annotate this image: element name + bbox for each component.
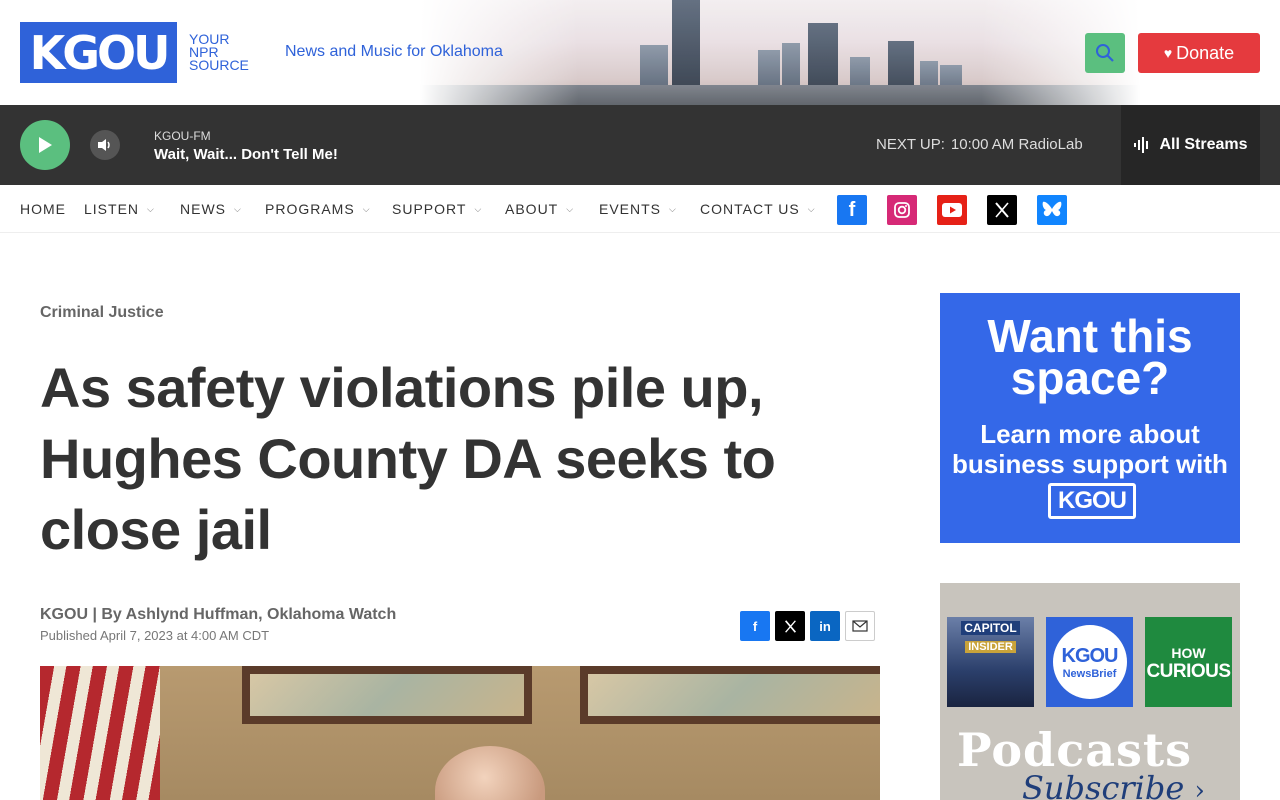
- search-button[interactable]: [1085, 33, 1125, 73]
- share-linkedin-button[interactable]: in: [810, 611, 840, 641]
- linkedin-icon: in: [819, 618, 831, 634]
- chevron-down-icon: ⌵: [362, 203, 371, 214]
- x-icon: [995, 202, 1009, 218]
- nav-item-contact-us[interactable]: CONTACT US ⌵: [700, 201, 816, 217]
- all-streams-label: All Streams: [1159, 136, 1248, 153]
- nav-item-home[interactable]: HOME: [20, 201, 66, 217]
- header-skyline-image: [420, 0, 1140, 105]
- play-button[interactable]: [20, 120, 70, 170]
- chevron-down-icon: ⌵: [566, 203, 575, 214]
- share-x-button[interactable]: [775, 611, 805, 641]
- instagram-link[interactable]: [887, 195, 917, 225]
- chevron-down-icon: ⌵: [807, 203, 816, 214]
- nav-item-news[interactable]: NEWS ⌵: [180, 201, 242, 217]
- nav-item-label: LISTEN: [84, 201, 140, 217]
- now-playing-title[interactable]: Wait, Wait... Don't Tell Me!: [154, 146, 338, 163]
- x-icon: [784, 619, 796, 633]
- article-lead-photo[interactable]: [40, 666, 880, 800]
- next-up-program: 10:00 AM RadioLab: [950, 136, 1083, 153]
- tile-text: INSIDER: [965, 641, 1016, 653]
- podcast-tile-how-curious[interactable]: HOW CURIOUS: [1145, 617, 1232, 707]
- nav-item-label: EVENTS: [599, 201, 662, 217]
- share-email-button[interactable]: [845, 611, 875, 641]
- x-link[interactable]: [987, 195, 1017, 225]
- bluesky-icon: [1042, 201, 1062, 217]
- chevron-down-icon: ⌵: [147, 203, 155, 214]
- nav-item-listen[interactable]: LISTEN ⌵: [84, 201, 155, 217]
- article-published-date: Published April 7, 2023 at 4:00 AM CDT: [40, 628, 270, 643]
- tile-text: NewsBrief: [1062, 667, 1117, 680]
- tile-text: HOW: [1171, 645, 1206, 661]
- article-category[interactable]: Criminal Justice: [40, 304, 164, 322]
- kgou-logo[interactable]: KGOU: [20, 22, 177, 83]
- ad-subtext: Learn more about business support with: [952, 419, 1228, 479]
- american-flag: [40, 666, 160, 800]
- donate-button[interactable]: ♥ Donate: [1138, 33, 1260, 73]
- article-byline[interactable]: KGOU | By Ashlynd Huffman, Oklahoma Watc…: [40, 606, 396, 624]
- tile-text: CURIOUS: [1146, 661, 1231, 682]
- youtube-link[interactable]: [937, 195, 967, 225]
- nav-item-programs[interactable]: PROGRAMS ⌵: [265, 201, 371, 217]
- all-streams-button[interactable]: All Streams: [1121, 105, 1260, 185]
- volume-button[interactable]: [90, 130, 120, 160]
- site-tagline[interactable]: News and Music for Oklahoma: [285, 43, 503, 61]
- instagram-icon: [894, 202, 910, 218]
- logo-tagline: YOUR NPR SOURCE: [189, 32, 249, 73]
- station-name: KGOU-FM: [154, 129, 211, 143]
- chevron-down-icon: ⌵: [669, 203, 677, 214]
- facebook-icon: f: [848, 198, 856, 221]
- site-header: KGOU YOUR NPR SOURCE News and Music for …: [0, 0, 1280, 105]
- chevron-right-icon: ›: [1194, 776, 1205, 800]
- live-player-bar: KGOU-FM Wait, Wait... Don't Tell Me! NEX…: [0, 105, 1280, 185]
- nav-item-label: CONTACT US: [700, 201, 800, 217]
- logo-tag-line: SOURCE: [189, 57, 249, 73]
- audio-wave-icon: [1134, 137, 1149, 153]
- tile-text: KGOU: [1061, 644, 1119, 667]
- nav-item-events[interactable]: EVENTS ⌵: [599, 201, 677, 217]
- search-icon: [1096, 44, 1114, 62]
- wall-picture-frame: [580, 666, 880, 724]
- podcasts-subscribe[interactable]: Subscribe ›: [1022, 769, 1205, 800]
- nav-item-label: ABOUT: [505, 201, 559, 217]
- email-icon: [852, 620, 868, 632]
- nav-item-label: PROGRAMS: [265, 201, 355, 217]
- volume-icon: [98, 139, 110, 151]
- podcast-tile-capitol-insider[interactable]: CAPITOL INSIDER: [947, 617, 1034, 707]
- nav-item-label: SUPPORT: [392, 201, 467, 217]
- next-up-label: NEXT UP:: [876, 136, 945, 153]
- play-icon: [39, 137, 52, 153]
- facebook-icon: f: [752, 618, 758, 634]
- youtube-icon: [942, 203, 962, 217]
- next-up: NEXT UP: 10:00 AM RadioLab: [876, 136, 1083, 153]
- person-head: [435, 746, 545, 800]
- bluesky-link[interactable]: [1037, 195, 1067, 225]
- tile-text: CAPITOL: [961, 621, 1020, 635]
- share-facebook-button[interactable]: f: [740, 611, 770, 641]
- heart-icon: ♥: [1163, 45, 1173, 61]
- chevron-down-icon: ⌵: [234, 203, 242, 214]
- chevron-down-icon: ⌵: [474, 203, 483, 214]
- sidebar-ad[interactable]: Want this space? Learn more about busine…: [940, 293, 1240, 543]
- nav-item-support[interactable]: SUPPORT ⌵: [392, 201, 482, 217]
- nav-item-about[interactable]: ABOUT ⌵: [505, 201, 574, 217]
- facebook-link[interactable]: f: [837, 195, 867, 225]
- nav-item-label: NEWS: [180, 201, 226, 217]
- podcasts-promo[interactable]: CAPITOL INSIDER KGOU NewsBrief HOW CURIO…: [940, 583, 1240, 800]
- ad-kgou-logo: KGOU: [1048, 483, 1136, 519]
- main-nav: HOME LISTEN ⌵ NEWS ⌵ PROGRAMS ⌵ SUPPORT ⌵ AB…: [0, 185, 1280, 233]
- nav-item-label: HOME: [20, 201, 66, 217]
- subscribe-label: Subscribe: [1022, 769, 1185, 800]
- podcast-tile-newsbrief[interactable]: KGOU NewsBrief: [1046, 617, 1133, 707]
- article-headline: As safety violations pile up, Hughes Cou…: [40, 356, 776, 561]
- donate-label: Donate: [1176, 42, 1235, 63]
- ad-headline: Want this space?: [987, 310, 1193, 404]
- wall-picture-frame: [242, 666, 532, 724]
